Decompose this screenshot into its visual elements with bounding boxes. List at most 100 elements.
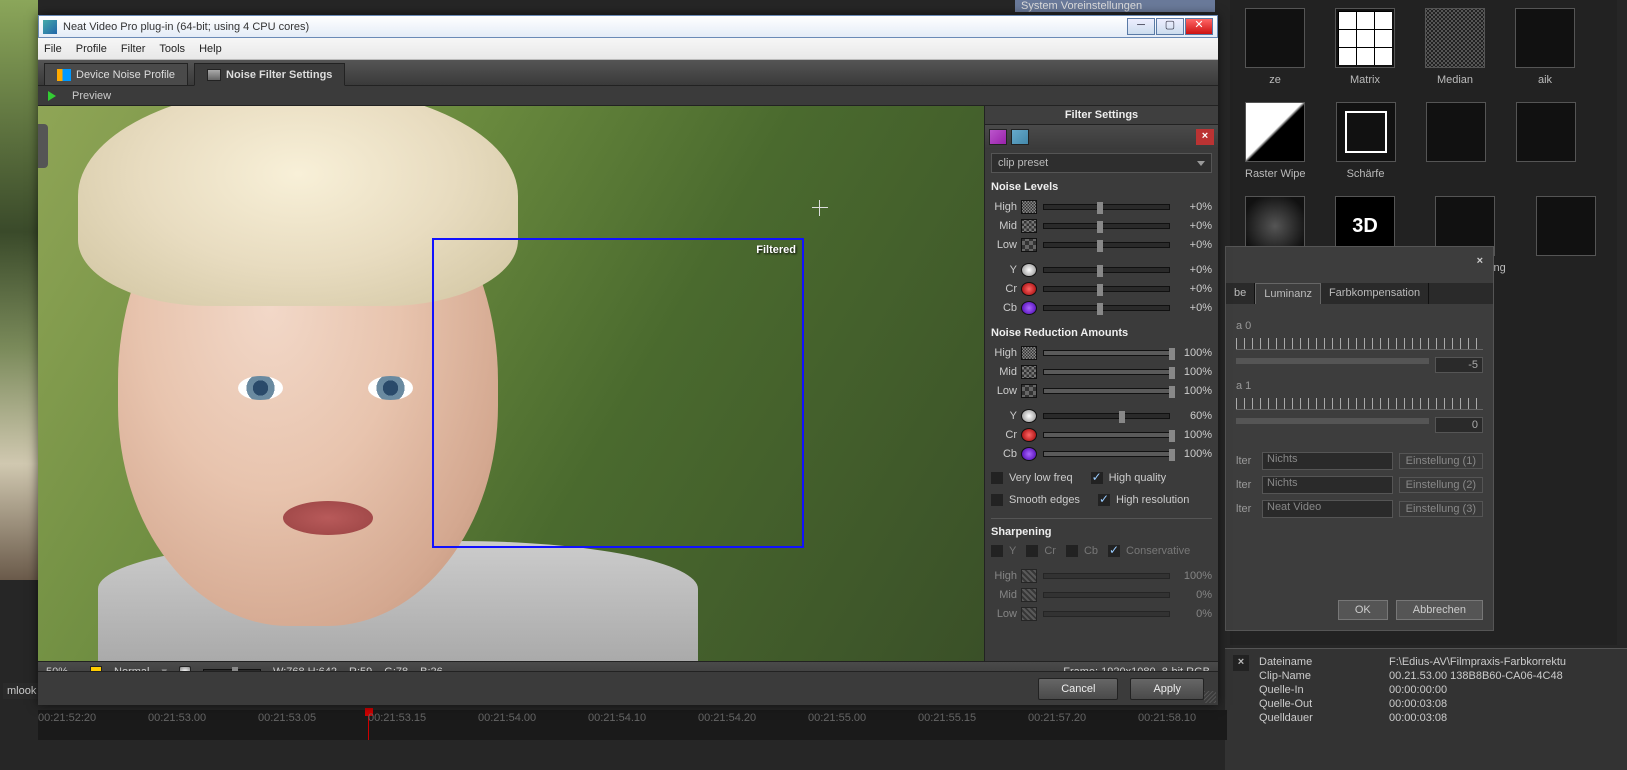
sharp-slider[interactable] <box>1043 573 1170 579</box>
maximize-button[interactable]: ▢ <box>1156 18 1184 35</box>
cc-setting-btn-2[interactable]: Einstellung (2) <box>1399 477 1483 493</box>
apply-button[interactable]: Apply <box>1130 678 1204 700</box>
image-content <box>238 376 283 400</box>
timeline-ruler[interactable]: 00:21:52:2000:21:53.0000:21:53.0500:21:5… <box>38 710 1227 740</box>
effect-thumb[interactable]: Schärfe <box>1336 102 1396 180</box>
sharp-check-y[interactable]: Y <box>991 545 1016 557</box>
close-button[interactable]: ✕ <box>1185 18 1213 35</box>
cc-filter-select-3[interactable]: Neat Video <box>1262 500 1393 518</box>
cc-slider-a[interactable] <box>1236 358 1429 364</box>
noise-level-slider[interactable] <box>1043 286 1170 292</box>
noise-level-value: +0% <box>1176 264 1212 276</box>
tab-noise-filter-settings[interactable]: Noise Filter Settings <box>194 63 345 86</box>
thumb-label: aik <box>1515 74 1575 86</box>
effect-thumb[interactable] <box>1516 102 1576 168</box>
cc-tab[interactable]: Luminanz <box>1255 283 1321 304</box>
check-smooth-edges[interactable]: Smooth edges <box>991 494 1080 506</box>
menu-filter[interactable]: Filter <box>121 43 145 55</box>
noise-level-row: Cb +0% <box>991 298 1212 317</box>
clip-info-close-icon[interactable]: × <box>1233 655 1249 671</box>
menu-bar: File Profile Filter Tools Help <box>38 38 1218 60</box>
noise-reduction-slider[interactable] <box>1043 451 1170 457</box>
noise-reduction-slider[interactable] <box>1043 369 1170 375</box>
noise-level-value: +0% <box>1176 302 1212 314</box>
cc-filter-select-1[interactable]: Nichts <box>1262 452 1393 470</box>
noise-reduction-slider[interactable] <box>1043 350 1170 356</box>
resize-grip-icon[interactable] <box>1204 691 1216 703</box>
effect-thumb[interactable]: Raster Wipe <box>1245 102 1306 180</box>
noise-level-slider[interactable] <box>1043 223 1170 229</box>
effect-thumb[interactable]: Median <box>1425 8 1485 86</box>
side-grip-icon[interactable] <box>38 124 48 168</box>
preset-dropdown[interactable]: clip preset <box>991 153 1212 173</box>
minimize-button[interactable]: ─ <box>1127 18 1155 35</box>
cc-slider-b[interactable] <box>1236 418 1429 424</box>
sharp-check-cr[interactable]: Cr <box>1026 545 1056 557</box>
sharp-value: 0% <box>1176 589 1212 601</box>
sharp-check-conservative[interactable]: Conservative <box>1108 545 1190 557</box>
noise-reduction-row: Low100% <box>991 381 1212 400</box>
effect-thumb[interactable] <box>1426 102 1486 168</box>
effect-thumb[interactable]: Matrix <box>1335 8 1395 86</box>
effect-thumb[interactable]: aik <box>1515 8 1575 86</box>
tab-device-noise-profile[interactable]: Device Noise Profile <box>44 63 188 85</box>
reset-filter-icon[interactable]: × <box>1196 129 1214 145</box>
sharp-slider[interactable] <box>1043 592 1170 598</box>
check-label: High quality <box>1109 472 1166 484</box>
cc-value-a[interactable]: -5 <box>1435 357 1483 373</box>
cc-setting-btn-3[interactable]: Einstellung (3) <box>1399 501 1483 517</box>
cc-setting-btn-1[interactable]: Einstellung (1) <box>1399 453 1483 469</box>
clip-info-key: Quelle-Out <box>1259 698 1389 710</box>
noise-reduction-value: 100% <box>1176 347 1212 359</box>
filter-icon <box>207 69 221 81</box>
check-high-quality[interactable]: High quality <box>1091 472 1166 484</box>
check-high-resolution[interactable]: High resolution <box>1098 494 1189 506</box>
sharp-label: Low <box>991 608 1021 620</box>
noise-level-label: Low <box>991 239 1021 251</box>
app-icon <box>43 20 57 34</box>
noise-reduction-slider[interactable] <box>1043 388 1170 394</box>
timeline-tick: 00:21:55.15 <box>918 712 976 724</box>
noise-reduction-slider[interactable] <box>1043 413 1170 419</box>
cancel-button[interactable]: Cancel <box>1038 678 1118 700</box>
clip-info-value: 00:00:00:00 <box>1389 684 1623 696</box>
timeline-tick: 00:21:57.20 <box>1028 712 1086 724</box>
selection-rectangle[interactable]: Filtered <box>432 238 804 548</box>
noise-level-slider[interactable] <box>1043 267 1170 273</box>
profile-icon <box>57 69 71 81</box>
cc-value-b[interactable]: 0 <box>1435 417 1483 433</box>
open-preset-icon[interactable] <box>989 129 1007 145</box>
cc-cancel-button[interactable]: Abbrechen <box>1396 600 1483 620</box>
menu-file[interactable]: File <box>44 43 62 55</box>
noise-level-slider[interactable] <box>1043 204 1170 210</box>
noise-level-slider[interactable] <box>1043 242 1170 248</box>
check-very-low-freq[interactable]: Very low freq <box>991 472 1073 484</box>
timeline-tick: 00:21:53.15 <box>368 712 426 724</box>
menu-tools[interactable]: Tools <box>159 43 185 55</box>
cc-tab[interactable]: Farbkompensation <box>1321 283 1429 304</box>
sharp-slider[interactable] <box>1043 611 1170 617</box>
effect-thumb[interactable]: ze <box>1245 8 1305 86</box>
cc-close-icon[interactable]: × <box>1477 255 1483 267</box>
play-preview-icon[interactable] <box>48 91 56 101</box>
cc-tab[interactable]: be <box>1226 283 1255 304</box>
window-titlebar[interactable]: Neat Video Pro plug-in (64-bit; using 4 … <box>38 15 1218 38</box>
noise-reduction-slider[interactable] <box>1043 432 1170 438</box>
noise-reduction-label: High <box>991 347 1021 359</box>
noise-reduction-row: Cr100% <box>991 425 1212 444</box>
save-preset-icon[interactable] <box>1011 129 1029 145</box>
menu-help[interactable]: Help <box>199 43 222 55</box>
effect-thumb[interactable] <box>1536 196 1596 262</box>
filter-settings-panel: Filter Settings × clip preset Noise Leve… <box>984 106 1218 661</box>
noise-level-row: Y+0% <box>991 260 1212 279</box>
thumb-label: Median <box>1425 74 1485 86</box>
sharp-check-cb[interactable]: Cb <box>1066 545 1098 557</box>
menu-profile[interactable]: Profile <box>76 43 107 55</box>
cc-ruler <box>1236 398 1483 410</box>
cc-ok-button[interactable]: OK <box>1338 600 1388 620</box>
noise-level-label: Cb <box>991 302 1021 314</box>
cc-filter-select-2[interactable]: Nichts <box>1262 476 1393 494</box>
noise-level-slider[interactable] <box>1043 305 1170 311</box>
preview-image-area[interactable]: Filtered <box>38 106 984 661</box>
window-title: Neat Video Pro plug-in (64-bit; using 4 … <box>63 21 1126 33</box>
